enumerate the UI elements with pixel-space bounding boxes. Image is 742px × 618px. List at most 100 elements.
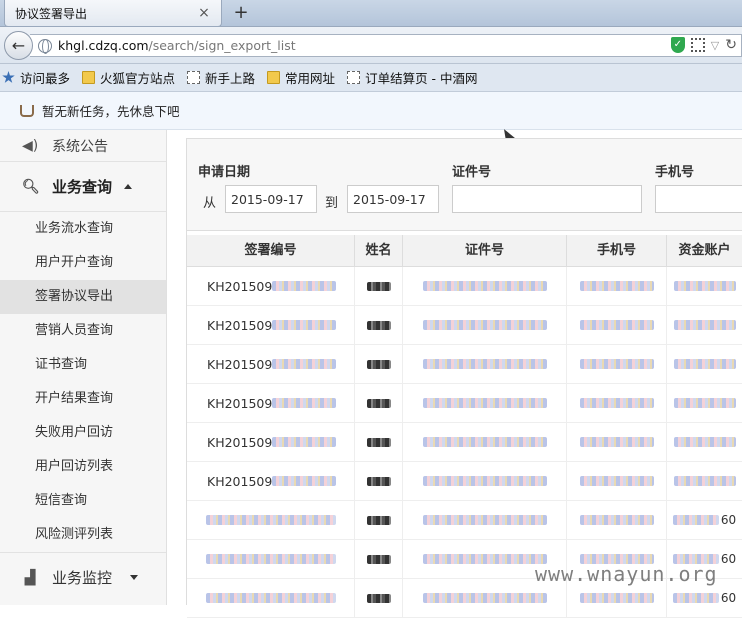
cell-fund-account <box>667 267 742 305</box>
sign-no-prefix: KH201509 <box>207 473 273 489</box>
watermark-text: www.wnayun.org <box>535 562 718 586</box>
cell-id-number <box>403 345 567 383</box>
redacted-value <box>422 554 547 564</box>
cell-fund-account: 60 <box>667 501 742 539</box>
cell-sign-no: KH201509 <box>187 384 355 422</box>
cell-sign-no <box>187 579 355 617</box>
cell-name <box>355 267 403 305</box>
sidebar-item-transaction-query[interactable]: 业务流水查询 <box>0 212 166 246</box>
dropdown-arrow-icon[interactable]: ▽ <box>711 39 719 52</box>
sidebar-label: 系统公告 <box>52 138 108 155</box>
column-header-name: 姓名 <box>355 235 403 266</box>
bookmark-common-sites[interactable]: 常用网址 <box>267 68 335 87</box>
phone-label: 手机号 <box>655 165 695 180</box>
column-header-sign-no: 签署编号 <box>187 235 355 266</box>
folder-icon <box>267 71 281 84</box>
main-content: 申请日期 从 到 证件号 手机号 签署编号 姓名 证件号 手机号 资金账户 KH… <box>186 138 742 618</box>
sidebar-group-business-monitor[interactable]: ▟ 业务监控 <box>0 552 166 602</box>
fund-account-tail: 60 <box>720 590 737 605</box>
bookmark-getting-started[interactable]: 新手上路 <box>187 68 255 87</box>
sidebar-item-open-result-query[interactable]: 开户结果查询 <box>0 382 166 416</box>
bookmark-most-visited[interactable]: 访问最多 <box>2 68 70 87</box>
redacted-value <box>673 359 736 369</box>
sidebar-item-sms-query[interactable]: 短信查询 <box>0 484 166 518</box>
search-document-icon: 🔍︎ <box>22 178 40 195</box>
cell-id-number <box>403 384 567 422</box>
new-tab-button[interactable]: + <box>230 2 252 24</box>
redacted-value <box>205 554 336 564</box>
cell-sign-no <box>187 540 355 578</box>
back-button[interactable]: ← <box>4 31 33 60</box>
sidebar-item-failed-user-callback[interactable]: 失败用户回访 <box>0 416 166 450</box>
close-icon[interactable]: × <box>197 5 211 21</box>
cell-fund-account <box>667 462 742 500</box>
redacted-value <box>579 359 654 369</box>
redacted-value <box>366 437 391 447</box>
sidebar-item-account-open-query[interactable]: 用户开户查询 <box>0 246 166 280</box>
page-icon <box>347 71 361 84</box>
task-notice-bar: 暂无新任务，先休息下吧 <box>0 92 742 130</box>
id-number-input[interactable] <box>452 185 642 213</box>
globe-icon <box>38 38 52 54</box>
shield-icon[interactable]: ✓ <box>670 37 685 53</box>
sign-no-prefix: KH201509 <box>207 395 273 411</box>
tab-title: 协议签署导出 <box>15 6 88 21</box>
cell-name <box>355 345 403 383</box>
cell-name <box>355 579 403 617</box>
cell-fund-account <box>667 306 742 344</box>
cell-fund-account <box>667 345 742 383</box>
url-bar[interactable]: khgl.cdzq.com /search/sign_export_list ✓… <box>30 34 742 57</box>
redacted-value <box>579 437 654 447</box>
sidebar-group-label: 业务查询 <box>52 178 113 196</box>
sidebar-item-risk-assessment[interactable]: 风险测评列表 <box>0 518 166 552</box>
cell-name <box>355 384 403 422</box>
redacted-value <box>205 515 336 525</box>
redacted-value <box>366 320 391 330</box>
browser-tab[interactable]: 协议签署导出 × <box>4 0 222 27</box>
column-header-id-number: 证件号 <box>403 235 567 266</box>
sign-no-prefix: KH201509 <box>207 317 273 333</box>
back-arrow-icon: ← <box>11 36 26 55</box>
sidebar-item-announcement[interactable]: ◀) 系统公告 <box>0 130 166 162</box>
redacted-value <box>579 320 654 330</box>
redacted-value <box>422 398 547 408</box>
table-row: 60 <box>187 501 742 540</box>
bookmark-firefox-site[interactable]: 火狐官方站点 <box>82 68 175 87</box>
cell-phone <box>567 345 667 383</box>
cell-phone <box>567 462 667 500</box>
redacted-value <box>672 593 719 603</box>
redacted-value <box>579 398 654 408</box>
phone-input[interactable] <box>655 185 742 213</box>
redacted-value <box>366 554 391 564</box>
sign-no-prefix: KH201509 <box>207 278 273 294</box>
filter-panel: 申请日期 从 到 证件号 手机号 <box>187 139 742 231</box>
date-to-input[interactable] <box>347 185 439 213</box>
redacted-value <box>673 398 736 408</box>
qr-code-icon[interactable] <box>690 38 705 52</box>
star-icon <box>2 71 15 83</box>
cell-fund-account <box>667 384 742 422</box>
cell-sign-no: KH201509 <box>187 345 355 383</box>
date-from-input[interactable] <box>225 185 317 213</box>
tab-bar: 协议签署导出 × + <box>0 0 742 27</box>
sidebar-item-callback-list[interactable]: 用户回访列表 <box>0 450 166 484</box>
column-header-fund-account: 资金账户 <box>667 235 742 266</box>
cell-name <box>355 540 403 578</box>
cell-phone <box>567 306 667 344</box>
sidebar-group-label: 业务监控 <box>52 569 113 587</box>
sign-no-prefix: KH201509 <box>207 356 273 372</box>
sidebar-item-certificate-query[interactable]: 证书查询 <box>0 348 166 382</box>
fund-account-tail: 60 <box>720 512 737 527</box>
redacted-value <box>272 437 337 447</box>
sidebar: ◀) 系统公告 🔍︎ 业务查询 业务流水查询 用户开户查询 签署协议导出 营销人… <box>0 130 167 605</box>
redacted-value <box>272 398 337 408</box>
bookmark-order-page[interactable]: 订单结算页 - 中酒网 <box>347 68 478 87</box>
refresh-icon[interactable]: ↻ <box>725 37 737 53</box>
sidebar-item-marketing-staff-query[interactable]: 营销人员查询 <box>0 314 166 348</box>
sidebar-group-business-query[interactable]: 🔍︎ 业务查询 <box>0 162 166 212</box>
cell-phone <box>567 384 667 422</box>
sidebar-item-sign-export[interactable]: 签署协议导出 <box>0 280 166 314</box>
bookmark-label: 火狐官方站点 <box>100 71 176 86</box>
cell-fund-account <box>667 423 742 461</box>
bookmarks-bar: 访问最多 火狐官方站点 新手上路 常用网址 订单结算页 - 中酒网 <box>0 64 742 92</box>
